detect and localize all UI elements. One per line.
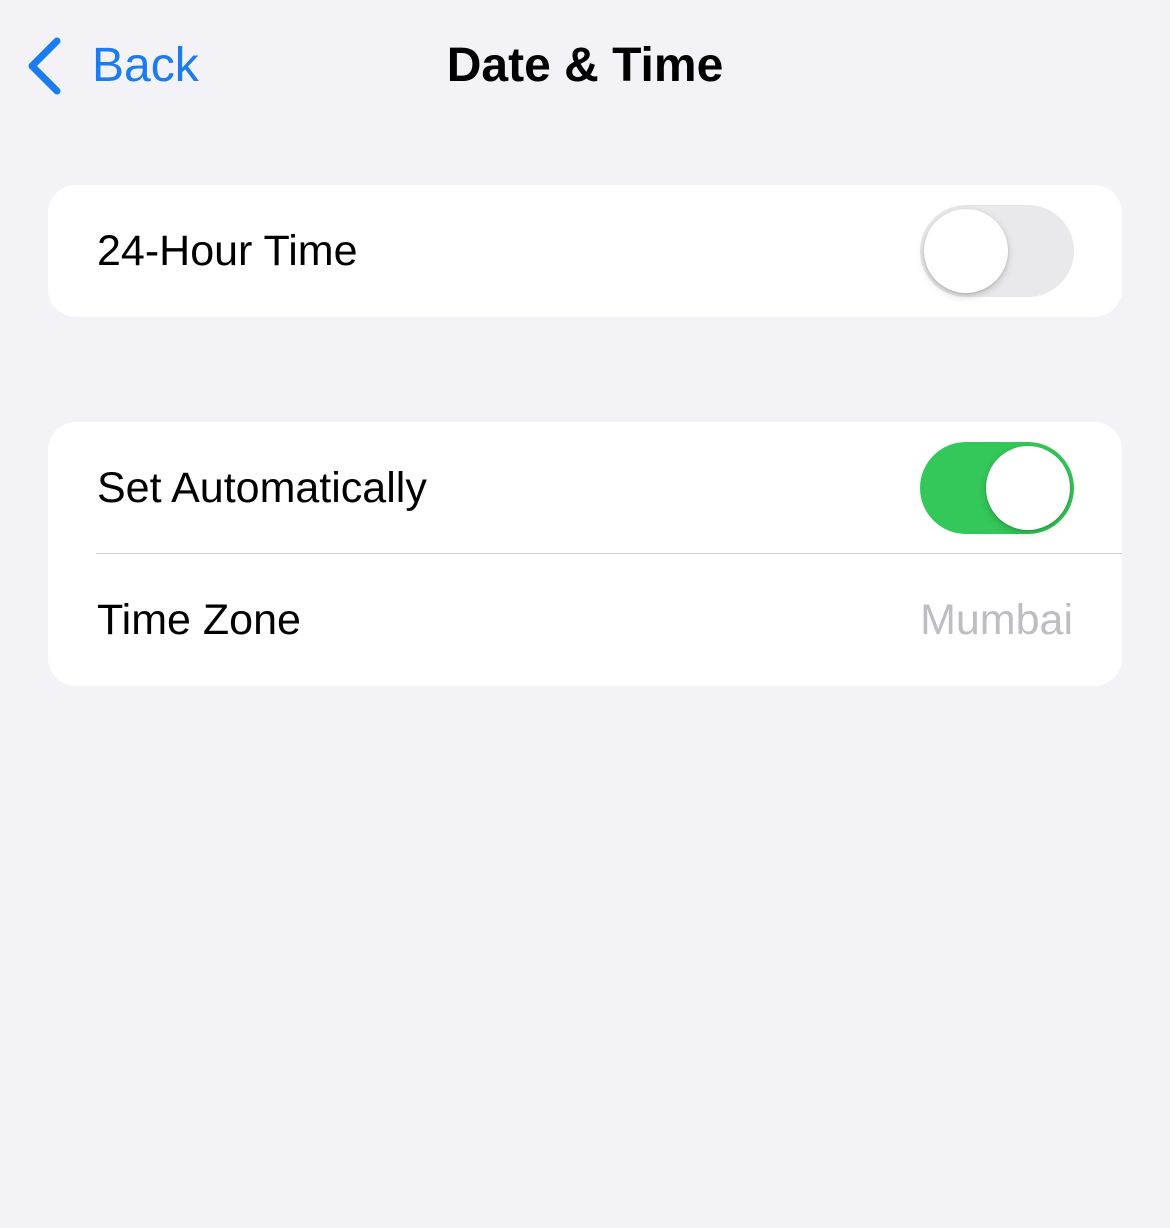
settings-group-clock-format: 24-Hour Time bbox=[48, 185, 1122, 317]
toggle-knob bbox=[986, 446, 1070, 530]
page-title: Date & Time bbox=[446, 39, 724, 92]
toggle-set-automatically[interactable] bbox=[920, 442, 1074, 534]
row-label-24-hour-time: 24-Hour Time bbox=[97, 227, 358, 275]
row-label-time-zone: Time Zone bbox=[97, 596, 301, 644]
row-label-set-automatically: Set Automatically bbox=[97, 464, 427, 512]
time-zone-value: Mumbai bbox=[920, 596, 1073, 644]
settings-group-time-source: Set Automatically Time Zone Mumbai bbox=[48, 422, 1122, 686]
row-set-automatically: Set Automatically bbox=[48, 422, 1122, 554]
row-24-hour-time: 24-Hour Time bbox=[48, 185, 1122, 317]
navigation-bar: Back Date & Time bbox=[0, 0, 1170, 135]
toggle-24-hour-time[interactable] bbox=[920, 205, 1074, 297]
row-time-zone[interactable]: Time Zone Mumbai bbox=[48, 554, 1122, 686]
toggle-knob bbox=[924, 209, 1008, 293]
